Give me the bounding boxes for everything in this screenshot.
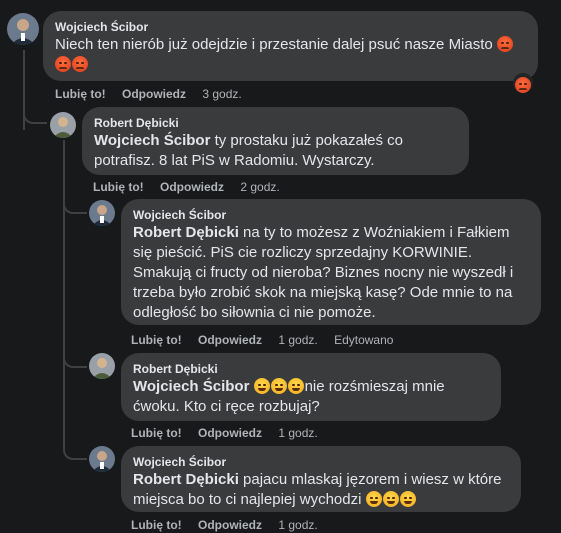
comment-author[interactable]: Wojciech Ścibor: [133, 454, 509, 470]
comment-timestamp[interactable]: 1 godz.: [278, 333, 317, 347]
reply-button[interactable]: Odpowiedz: [198, 426, 262, 440]
comment-text: Wojciech Ścibor ty prostaku już pokazałe…: [94, 131, 457, 171]
mention-link[interactable]: Wojciech Ścibor: [133, 378, 249, 395]
comment-actions: Lubię to! Odpowiedz 3 godz.: [55, 87, 255, 101]
comment-author[interactable]: Wojciech Ścibor: [133, 207, 529, 223]
avatar[interactable]: [89, 446, 115, 472]
angry-emoji: [55, 56, 71, 72]
comment-author[interactable]: Wojciech Ścibor: [55, 19, 526, 35]
comment-text: Niech ten nierób już odejdzie i przestan…: [55, 35, 526, 75]
comment-timestamp[interactable]: 3 godz.: [202, 87, 241, 101]
reaction-badge[interactable]: [513, 73, 533, 93]
thread-connector: [23, 96, 47, 124]
like-button[interactable]: Lubię to!: [131, 518, 182, 532]
angry-emoji: [72, 56, 88, 72]
angry-emoji: [496, 36, 513, 52]
mention-link[interactable]: Wojciech Ścibor: [94, 132, 210, 149]
like-button[interactable]: Lubię to!: [55, 87, 106, 101]
angry-emoji: [515, 77, 531, 93]
thread-connector: [63, 186, 87, 214]
like-button[interactable]: Lubię to!: [131, 333, 182, 347]
thread-connector: [63, 340, 87, 368]
avatar[interactable]: [89, 200, 115, 226]
thread-connector: [63, 418, 87, 460]
mention-link[interactable]: Robert Dębicki: [133, 471, 239, 488]
reply-button[interactable]: Odpowiedz: [198, 333, 262, 347]
comment-bubble: Robert Dębicki Wojciech Ścibor nie rozśm…: [121, 353, 501, 421]
avatar[interactable]: [89, 353, 115, 379]
joy-emoji: [399, 491, 416, 507]
comment-body: Niech ten nierób już odejdzie i przestan…: [55, 36, 493, 53]
joy-emoji: [365, 491, 382, 507]
comment-text: Robert Dębicki pajacu mlaskaj jęzorem i …: [133, 470, 509, 510]
avatar[interactable]: [50, 112, 76, 138]
reply-button[interactable]: Odpowiedz: [160, 180, 224, 194]
comment-timestamp[interactable]: 2 godz.: [240, 180, 279, 194]
joy-emoji: [382, 491, 399, 507]
comment-author[interactable]: Robert Dębicki: [94, 115, 457, 131]
comment-actions: Lubię to! Odpowiedz 1 godz.: [131, 426, 331, 440]
like-button[interactable]: Lubię to!: [93, 180, 144, 194]
comment-bubble: Wojciech Ścibor Robert Dębicki pajacu ml…: [121, 446, 521, 512]
reply-button[interactable]: Odpowiedz: [122, 87, 186, 101]
comment-text: Robert Dębicki na ty to możesz z Woźniak…: [133, 223, 529, 323]
comment-timestamp[interactable]: 1 godz.: [278, 518, 317, 532]
comment-bubble: Wojciech Ścibor Robert Dębicki na ty to …: [121, 199, 541, 325]
reply-button[interactable]: Odpowiedz: [198, 518, 262, 532]
rofl-emoji: [253, 378, 270, 394]
comment-timestamp[interactable]: 1 godz.: [278, 426, 317, 440]
comment-actions: Lubię to! Odpowiedz 1 godz.: [131, 518, 331, 532]
comment-bubble: Robert Dębicki Wojciech Ścibor ty prosta…: [82, 107, 469, 175]
comment-actions: Lubię to! Odpowiedz 1 godz. Edytowano: [131, 333, 406, 347]
comment-text: Wojciech Ścibor nie rozśmieszaj mnie ćwo…: [133, 377, 489, 417]
thread-line-replies: [63, 140, 65, 436]
mention-link[interactable]: Robert Dębicki: [133, 224, 239, 241]
comment-bubble: Wojciech Ścibor Niech ten nierób już ode…: [43, 11, 538, 81]
rofl-emoji: [287, 378, 304, 394]
comment-actions: Lubię to! Odpowiedz 2 godz.: [93, 180, 293, 194]
avatar[interactable]: [7, 13, 39, 45]
like-button[interactable]: Lubię to!: [131, 426, 182, 440]
rofl-emoji: [270, 378, 287, 394]
edited-label[interactable]: Edytowano: [334, 333, 393, 347]
comment-author[interactable]: Robert Dębicki: [133, 361, 489, 377]
